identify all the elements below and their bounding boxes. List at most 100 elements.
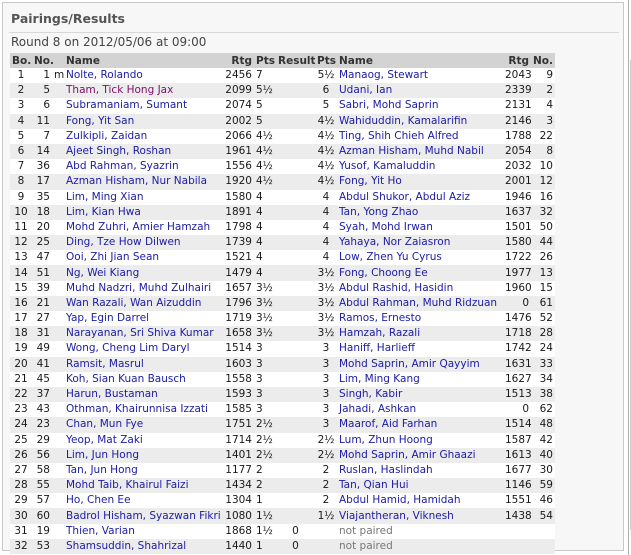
result[interactable] — [276, 462, 315, 479]
result[interactable] — [276, 356, 315, 372]
result[interactable] — [276, 68, 315, 84]
header-name[interactable]: Name — [64, 53, 221, 68]
result[interactable] — [276, 478, 315, 494]
opponent-name[interactable]: Abdul Hamid, Hamidah — [337, 493, 503, 509]
opponent-name[interactable]: Ruslan, Haslindah — [337, 462, 503, 479]
player-name[interactable]: Tham, Tick Hong Jax — [64, 83, 221, 99]
result[interactable] — [276, 219, 315, 236]
opponent-name[interactable]: Mohd Saprin, Amir Ghaazi — [337, 447, 503, 463]
opponent-name[interactable]: not paired — [337, 538, 503, 554]
result[interactable] — [276, 371, 315, 387]
result[interactable] — [276, 113, 315, 129]
opponent-name[interactable]: Abdul Shukor, Abdul Aziz — [337, 189, 503, 205]
player-name[interactable]: Ooi, Zhi Jian Sean — [64, 250, 221, 266]
player-name[interactable]: Narayanan, Sri Shiva Kumar — [64, 326, 221, 342]
opponent-name[interactable]: Ramos, Ernesto — [337, 311, 503, 327]
header-bo[interactable]: Bo. — [10, 53, 32, 68]
player-name[interactable]: Chan, Mun Fye — [64, 417, 221, 433]
opponent-name[interactable]: Tan, Yong Zhao — [337, 204, 503, 220]
result[interactable] — [276, 98, 315, 114]
player-name[interactable]: Azman Hisham, Nur Nabila — [64, 174, 221, 190]
result[interactable] — [276, 508, 315, 524]
opponent-name[interactable]: Yahaya, Nor Zaiasron — [337, 235, 503, 251]
opponent-name[interactable]: Yusof, Kamaluddin — [337, 159, 503, 175]
player-name[interactable]: Ng, Wei Kiang — [64, 265, 221, 281]
result[interactable] — [276, 341, 315, 357]
player-name[interactable]: Ramsit, Masrul — [64, 356, 221, 372]
result[interactable] — [276, 447, 315, 463]
player-name[interactable]: Badrol Hisham, Syazwan Fikri — [64, 508, 221, 524]
player-name[interactable]: Fong, Yit San — [64, 113, 221, 129]
opponent-name[interactable]: Wahiduddin, Kamalarifin — [337, 113, 503, 129]
result[interactable] — [276, 493, 315, 509]
result[interactable]: 0 — [276, 523, 315, 539]
opponent-name[interactable]: Fong, Choong Ee — [337, 265, 503, 281]
player-name[interactable]: Mohd Zuhri, Amier Hamzah — [64, 219, 221, 236]
player-name[interactable]: Koh, Sian Kuan Bausch — [64, 371, 221, 387]
opponent-name[interactable]: Azman Hisham, Muhd Nabil — [337, 143, 503, 160]
result[interactable] — [276, 280, 315, 296]
player-name[interactable]: Yap, Egin Darrel — [64, 311, 221, 327]
result[interactable] — [276, 417, 315, 433]
header-pts[interactable]: Pts. — [254, 53, 276, 68]
opponent-name[interactable]: Singh, Kabir — [337, 386, 503, 403]
result[interactable] — [276, 311, 315, 327]
player-name[interactable]: Wan Razali, Wan Aizuddin — [64, 295, 221, 311]
player-name[interactable]: Lim, Kian Hwa — [64, 204, 221, 220]
opponent-name[interactable]: Lum, Zhun Hoong — [337, 432, 503, 448]
player-name[interactable]: Ajeet Singh, Roshan — [64, 143, 221, 160]
player-name[interactable]: Harun, Bustaman — [64, 386, 221, 403]
player-name[interactable]: Ho, Chen Ee — [64, 493, 221, 509]
result[interactable] — [276, 174, 315, 190]
result[interactable] — [276, 235, 315, 251]
result[interactable]: 0 — [276, 538, 315, 554]
player-name[interactable]: Wong, Cheng Lim Daryl — [64, 341, 221, 357]
opponent-name[interactable]: Low, Zhen Yu Cyrus — [337, 250, 503, 266]
opponent-name[interactable]: Ting, Shih Chieh Alfred — [337, 128, 503, 144]
opponent-name[interactable]: Tan, Qian Hui — [337, 478, 503, 494]
result[interactable] — [276, 265, 315, 281]
opponent-name[interactable]: Fong, Yit Ho — [337, 174, 503, 190]
opponent-name[interactable]: Viajantheran, Viknesh — [337, 508, 503, 524]
opponent-name[interactable]: Manaog, Stewart — [337, 68, 503, 84]
player-name[interactable]: Othman, Khairunnisa Izzati — [64, 402, 221, 418]
result[interactable] — [276, 295, 315, 311]
result[interactable] — [276, 189, 315, 205]
player-name[interactable]: Lim, Ming Xian — [64, 189, 221, 205]
result[interactable] — [276, 402, 315, 418]
result[interactable] — [276, 386, 315, 403]
header-result[interactable]: Result — [276, 53, 315, 68]
opponent-name[interactable]: Haniff, Harlieff — [337, 341, 503, 357]
player-name[interactable]: Thien, Varian — [64, 523, 221, 539]
player-name[interactable]: Shamsuddin, Shahrizal — [64, 538, 221, 554]
opponent-name[interactable]: Hamzah, Razali — [337, 326, 503, 342]
player-name[interactable]: Yeop, Mat Zaki — [64, 432, 221, 448]
opponent-name[interactable]: Abdul Rahman, Muhd Ridzuan — [337, 295, 503, 311]
header-pts2[interactable]: Pts. — [315, 53, 337, 68]
result[interactable] — [276, 128, 315, 144]
opponent-name[interactable]: Jahadi, Ashkan — [337, 402, 503, 418]
opponent-name[interactable]: Udani, Ian — [337, 83, 503, 99]
player-name[interactable]: Subramaniam, Sumant — [64, 98, 221, 114]
opponent-name[interactable]: Mohd Saprin, Amir Qayyim — [337, 356, 503, 372]
player-name[interactable]: Ding, Tze How Dilwen — [64, 235, 221, 251]
player-name[interactable]: Lim, Jun Hong — [64, 447, 221, 463]
player-name[interactable]: Abd Rahman, Syazrin — [64, 159, 221, 175]
header-rtg[interactable]: Rtg — [221, 53, 254, 68]
opponent-name[interactable]: Maarof, Aid Farhan — [337, 417, 503, 433]
opponent-name[interactable]: Lim, Ming Kang — [337, 371, 503, 387]
result[interactable] — [276, 159, 315, 175]
result[interactable] — [276, 326, 315, 342]
player-name[interactable]: Tan, Jun Hong — [64, 462, 221, 479]
opponent-name[interactable]: Sabri, Mohd Saprin — [337, 98, 503, 114]
player-name[interactable]: Zulkipli, Zaidan — [64, 128, 221, 144]
player-name[interactable]: Mohd Taib, Khairul Faizi — [64, 478, 221, 494]
header-no[interactable]: No. — [32, 53, 64, 68]
header-name2[interactable]: Name — [337, 53, 503, 68]
result[interactable] — [276, 432, 315, 448]
opponent-name[interactable]: Abdul Rashid, Hasidin — [337, 280, 503, 296]
result[interactable] — [276, 204, 315, 220]
header-rtg2[interactable]: Rtg — [503, 53, 531, 68]
opponent-name[interactable]: not paired — [337, 523, 503, 539]
header-no2[interactable]: No. — [531, 53, 555, 68]
